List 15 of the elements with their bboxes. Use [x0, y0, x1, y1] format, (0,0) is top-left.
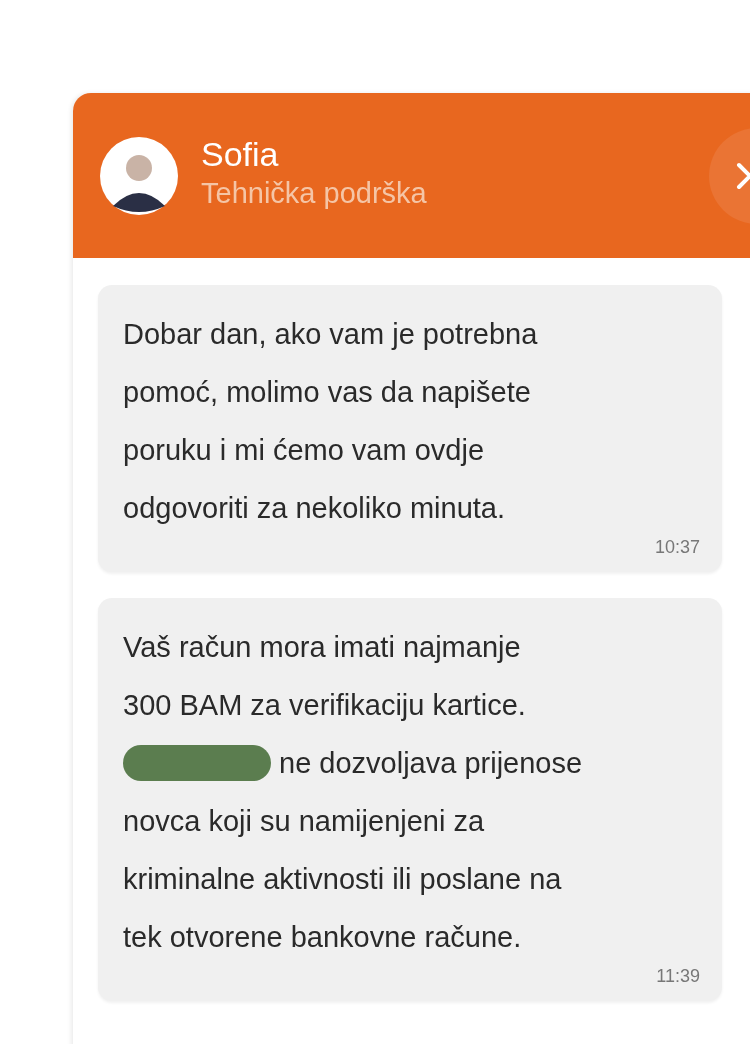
message-text: 300 BAM za verifikaciju kartice.	[123, 688, 526, 723]
avatar-icon	[99, 135, 179, 216]
message-text: pomoć, molimo vas da napišete	[123, 375, 531, 410]
message-text: Dobar dan, ako vam je potrebna	[123, 317, 538, 352]
message-text: tek otvorene bankovne račune.	[123, 920, 522, 955]
agent-name: Sofia	[201, 133, 280, 175]
message-text: odgovoriti za nekoliko minuta.	[123, 491, 506, 526]
message-text: ne dozvoljava prijenose	[279, 746, 583, 781]
message-text: kriminalne aktivnosti ili poslane na	[123, 862, 562, 897]
agent-role: Tehnička podrška	[201, 175, 428, 211]
message-time: 10:37	[654, 537, 700, 558]
message-text: Vaš račun mora imati najmanje	[123, 630, 521, 665]
message-text: novca koji su namijenjeni za	[123, 804, 485, 839]
message-time: 11:39	[656, 966, 700, 987]
message-text: poruku i mi ćemo vam ovdje	[123, 433, 485, 468]
